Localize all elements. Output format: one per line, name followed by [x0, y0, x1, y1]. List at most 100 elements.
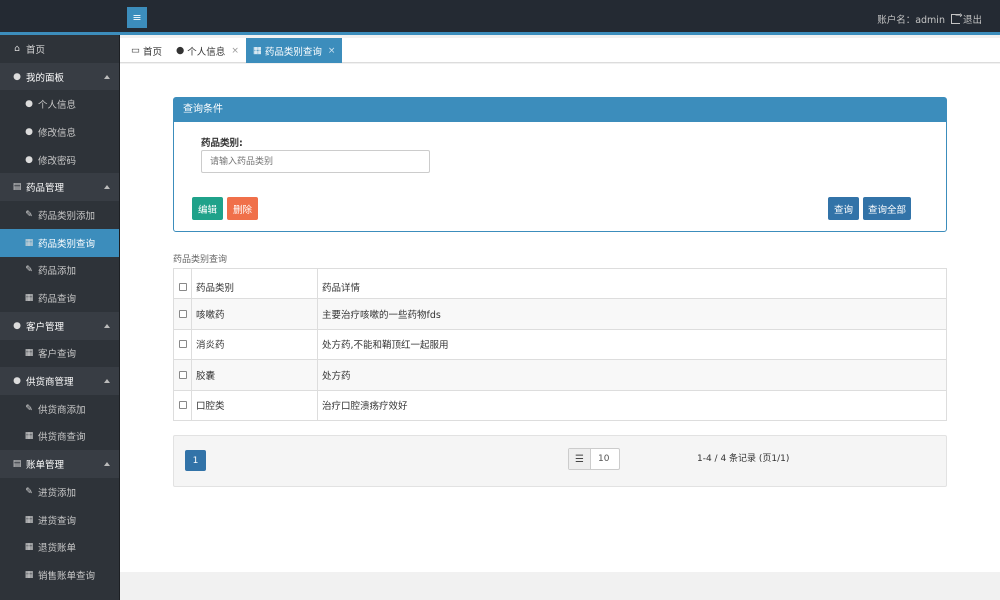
sidebar-item-label: 修改信息: [38, 127, 77, 139]
sidebar-group-customer-management[interactable]: ● 客户管理: [0, 311, 119, 340]
sidebar-item-add-drug-category[interactable]: ✎ 药品类别添加: [0, 201, 119, 229]
top-bar: ≡ 账户名：admin 退出: [0, 0, 1000, 35]
sidebar-item-home[interactable]: ⌂ 首页: [0, 35, 119, 63]
sidebar-item-customer-query[interactable]: ▦ 客户查询: [0, 340, 119, 368]
table-row[interactable]: 胶囊 处方药: [173, 359, 947, 390]
select-all-checkbox[interactable]: [178, 282, 187, 291]
caret-up-icon: [104, 379, 110, 384]
list-icon: ☰: [569, 449, 591, 469]
sidebar-group-label: 供货商管理: [26, 377, 74, 389]
edit-icon: ✎: [25, 209, 33, 220]
search-doc-icon: ▦: [24, 348, 34, 359]
cell-category: 咳嗽药: [191, 298, 318, 329]
users-icon: ●: [13, 320, 21, 331]
table-row[interactable]: 咳嗽药 主要治疗咳嗽的一些药物fds: [173, 298, 947, 329]
search-doc-icon: ▦: [24, 237, 34, 248]
sidebar-item-supplier-query[interactable]: ▦ 供货商查询: [0, 423, 119, 451]
column-header-category[interactable]: 药品类别: [191, 268, 318, 299]
drug-category-table: 药品类别 药品详情 咳嗽药 主要治疗咳嗽的一些药物fds 消炎药 处方药,不能和…: [173, 268, 947, 421]
cell-category: 消炎药: [191, 328, 318, 360]
sidebar-item-add-drug[interactable]: ✎ 药品添加: [0, 257, 119, 285]
row-checkbox[interactable]: [178, 309, 187, 318]
edit-button[interactable]: 编辑: [192, 197, 223, 220]
sidebar-item-label: 首页: [26, 44, 46, 56]
sidebar-item-label: 退货账单: [38, 543, 77, 555]
page-button-current[interactable]: 1: [185, 450, 206, 471]
query-panel: 查询条件 药品类别: 编辑 删除 查询 查询全部: [173, 97, 947, 232]
sidebar-group-label: 客户管理: [26, 321, 65, 333]
search-doc-icon: ▦: [24, 431, 34, 442]
user-icon: ●: [25, 99, 33, 110]
tab-strip: ▭ 首页 ● 个人信息 × ▦ 药品类别查询 ×: [120, 38, 1000, 63]
drug-category-label: 药品类别:: [201, 138, 243, 149]
sidebar-item-add-purchase[interactable]: ✎ 进货添加: [0, 478, 119, 506]
table-row[interactable]: 口腔类 治疗口腔溃疡疗效好: [173, 389, 947, 421]
delete-button[interactable]: 删除: [227, 197, 258, 220]
sidebar-item-drug-query[interactable]: ▦ 药品查询: [0, 284, 119, 312]
logout-icon: [950, 11, 963, 24]
sidebar-item-drug-category-query[interactable]: ▦ 药品类别查询: [0, 228, 119, 257]
caret-up-icon: [104, 185, 110, 190]
query-all-button[interactable]: 查询全部: [863, 197, 911, 220]
row-checkbox[interactable]: [178, 401, 187, 410]
close-icon[interactable]: ×: [328, 46, 336, 56]
caret-up-icon: [104, 323, 110, 328]
sidebar-group-label: 账单管理: [26, 460, 65, 472]
sidebar-item-label: 进货添加: [38, 487, 77, 499]
sidebar-group-my-panel[interactable]: ● 我的面板: [0, 62, 119, 91]
sidebar-item-profile[interactable]: ● 个人信息: [0, 90, 119, 118]
table-row[interactable]: 消炎药 处方药,不能和鞘顶红一起服用: [173, 328, 947, 360]
footer-bar: [120, 572, 1000, 600]
cell-detail: 治疗口腔溃疡疗效好: [317, 389, 947, 421]
main-content: 查询条件 药品类别: 编辑 删除 查询 查询全部 药品类别查询 药品类别 药品详…: [120, 64, 1000, 572]
sidebar-item-label: 个人信息: [38, 100, 77, 112]
row-checkbox[interactable]: [178, 370, 187, 379]
user-lock-icon: ●: [25, 154, 33, 165]
page-size-value[interactable]: 10: [591, 449, 619, 469]
drug-category-input[interactable]: [201, 150, 430, 173]
account-area: 账户名：admin 退出: [877, 11, 982, 26]
sidebar-item-label: 药品添加: [38, 266, 77, 278]
query-panel-title: 查询条件: [174, 98, 946, 122]
sidebar-item-change-password[interactable]: ● 修改密码: [0, 146, 119, 174]
sidebar-item-label: 药品类别添加: [38, 210, 96, 222]
tab-profile[interactable]: ● 个人信息 ×: [169, 38, 246, 63]
close-icon[interactable]: ×: [231, 46, 239, 56]
row-checkbox[interactable]: [178, 340, 187, 349]
query-button[interactable]: 查询: [828, 197, 859, 220]
sidebar-item-label: 修改密码: [38, 155, 77, 167]
tab-drug-category-query[interactable]: ▦ 药品类别查询 ×: [245, 38, 343, 63]
page-size-selector[interactable]: ☰ 10: [568, 448, 620, 470]
sidebar-item-edit-info[interactable]: ● 修改信息: [0, 118, 119, 146]
search-doc-icon: ▦: [24, 569, 34, 580]
cell-category: 口腔类: [191, 389, 318, 421]
caret-up-icon: [104, 462, 110, 467]
sidebar-group-drug-management[interactable]: ▤ 药品管理: [0, 173, 119, 202]
tab-label: 个人信息: [187, 46, 226, 58]
sidebar-group-label: 我的面板: [26, 72, 65, 84]
sidebar-item-label: 药品查询: [38, 294, 77, 306]
cell-detail: 处方药,不能和鞘顶红一起服用: [317, 328, 947, 360]
tab-home[interactable]: ▭ 首页: [124, 38, 169, 63]
search-doc-icon: ▦: [24, 514, 34, 525]
users-icon: ●: [13, 376, 21, 387]
sidebar-item-label: 药品类别查询: [38, 238, 96, 250]
sidebar: ⌂ 首页 ● 我的面板 ● 个人信息 ● 修改信息 ● 修改密码 ▤ 药品管理 …: [0, 35, 120, 600]
sidebar-item-return-bill[interactable]: ▦ 退货账单: [0, 533, 119, 561]
column-header-detail[interactable]: 药品详情: [317, 268, 947, 299]
table-title: 药品类别查询: [173, 255, 228, 265]
pagination-bar: 1 ☰ 10 1-4 / 4 条记录 (页1/1): [173, 435, 947, 487]
caret-up-icon: [104, 74, 110, 79]
menu-toggle-button[interactable]: ≡: [127, 7, 147, 28]
sidebar-item-purchase-query[interactable]: ▦ 进货查询: [0, 506, 119, 534]
sidebar-item-label: 进货查询: [38, 515, 77, 527]
sidebar-group-label: 药品管理: [26, 183, 65, 195]
sidebar-group-supplier-management[interactable]: ● 供货商管理: [0, 367, 119, 395]
edit-icon: ✎: [25, 403, 33, 414]
sidebar-group-bill-management[interactable]: ▤ 账单管理: [0, 450, 119, 478]
edit-icon: ✎: [25, 265, 33, 276]
user-icon: ●: [25, 126, 33, 137]
sidebar-item-sales-bill-query[interactable]: ▦ 销售账单查询: [0, 561, 119, 589]
sidebar-item-add-supplier[interactable]: ✎ 供货商添加: [0, 395, 119, 423]
logout-button[interactable]: 退出: [950, 11, 982, 26]
